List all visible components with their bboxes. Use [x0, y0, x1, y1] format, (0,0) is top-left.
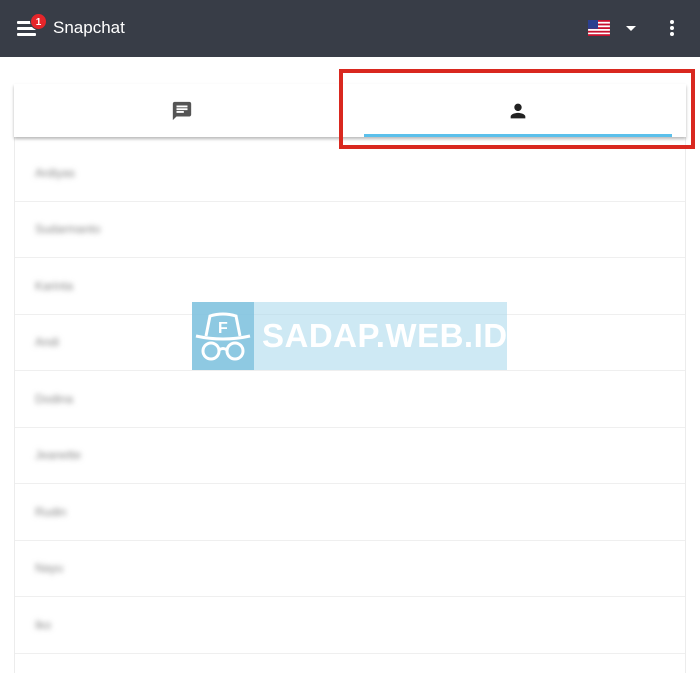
contact-name: Karinta — [35, 278, 74, 293]
tab-chats[interactable] — [14, 84, 350, 137]
contact-name: Nayu — [35, 561, 64, 576]
active-tab-indicator — [364, 134, 672, 137]
caret-down-icon[interactable] — [626, 26, 636, 31]
contact-list: Ardiyas Sudarmanto Karinta Andi Dodina J… — [15, 145, 685, 654]
contact-name: Dodina — [35, 391, 74, 406]
contact-name: Iko — [35, 617, 52, 632]
spy-hat-logo-icon: F — [192, 302, 254, 370]
app-title: Snapchat — [53, 18, 125, 37]
app-bar: 1 Snapchat — [0, 0, 700, 57]
list-item[interactable]: Nayu — [15, 541, 685, 597]
logo-letter: F — [218, 320, 228, 337]
chat-message-icon — [172, 101, 192, 120]
list-item[interactable]: Sudarmanto — [15, 202, 685, 258]
notification-badge: 1 — [30, 13, 47, 30]
tab-bar — [14, 84, 686, 137]
list-item[interactable]: Iko — [15, 597, 685, 654]
list-item[interactable]: Ardiyas — [15, 145, 685, 202]
contact-name: Andi — [35, 335, 60, 350]
list-item[interactable]: Dodina — [15, 371, 685, 428]
more-vert-icon[interactable] — [666, 18, 678, 38]
contact-name: Sudarmanto — [35, 222, 101, 237]
contact-name: Ardiyas — [35, 165, 76, 180]
list-item[interactable]: Jeanette — [15, 428, 685, 484]
watermark-text: SADAP.WEB.ID — [262, 317, 508, 354]
tab-contacts[interactable] — [350, 84, 686, 137]
contact-name: Rudin — [35, 504, 67, 519]
person-icon — [510, 103, 526, 118]
watermark: F SADAP.WEB.ID — [192, 302, 507, 370]
list-item[interactable]: Rudin — [15, 484, 685, 541]
contact-name: Jeanette — [35, 448, 82, 463]
us-flag-icon[interactable] — [588, 20, 610, 36]
